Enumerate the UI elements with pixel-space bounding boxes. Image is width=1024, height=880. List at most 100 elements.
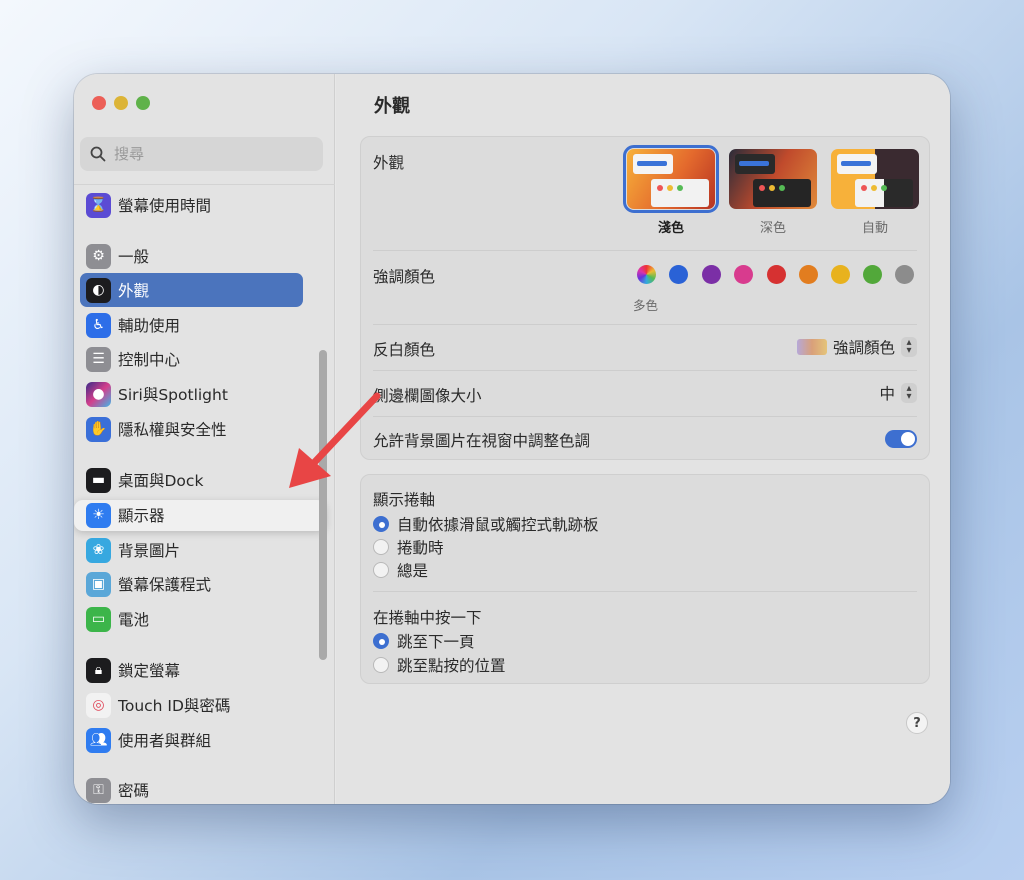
flower-icon: ❀ [86, 537, 111, 563]
sidebar-item-label: 螢幕使用時間 [118, 197, 212, 215]
sidebar-item-label: 隱私權與安全性 [118, 421, 227, 439]
highlight-color-chip [796, 339, 827, 355]
appearance-auto-option[interactable]: 自動 [829, 149, 921, 236]
sidebar-divider [74, 184, 335, 185]
sidebar-item-label: Touch ID與密碼 [118, 697, 231, 715]
hourglass-icon: ⌛ [86, 192, 111, 218]
sidebar-item-label: 螢幕保護程式 [118, 576, 212, 594]
sidebar-item-label: 輔助使用 [118, 317, 181, 335]
sidebar-item-label: 電池 [118, 611, 150, 629]
dark-thumbnail [729, 149, 817, 209]
radio-label: 跳至下一頁 [397, 633, 475, 651]
section-divider [373, 591, 917, 592]
sidebar-item-accessibility[interactable]: ♿ 輔助使用 [80, 308, 303, 342]
accent-graphite-swatch[interactable] [895, 265, 914, 284]
lock-icon: 🔒︎ [86, 657, 111, 683]
sidebar-item-touch-id[interactable]: ◎ Touch ID與密碼 [80, 688, 303, 722]
radio-selected [373, 516, 389, 532]
light-thumbnail [623, 145, 719, 213]
radio-unselected [373, 657, 389, 673]
click-scrollbar-section-title: 在捲軸中按一下 [373, 609, 482, 627]
scrollbar-auto-radio[interactable]: 自動依據滑鼠或觸控式軌跡板 [373, 513, 599, 535]
sidebar-item-label: 鎖定螢幕 [118, 662, 181, 680]
sidebar-item-label: 一般 [118, 248, 150, 266]
scrollbar-always-radio[interactable]: 總是 [373, 559, 428, 581]
annotation-arrow-icon [289, 392, 381, 488]
tinting-toggle[interactable] [885, 430, 917, 448]
sidebar-item-label: Siri與Spotlight [118, 386, 228, 404]
sidebar-item-appearance[interactable]: ◐ 外觀 [80, 273, 303, 307]
accent-red-swatch[interactable] [767, 265, 786, 284]
accent-purple-swatch[interactable] [702, 265, 721, 284]
sidebar-item-wallpaper[interactable]: ❀ 背景圖片 [80, 533, 303, 567]
sidebar-item-label: 使用者與群組 [118, 732, 212, 750]
chevron-updown-icon: ▴ ▾ [901, 337, 917, 357]
radio-label: 總是 [397, 562, 429, 580]
traffic-lights [92, 96, 150, 110]
sidebar-item-privacy-security[interactable]: ✋ 隱私權與安全性 [80, 412, 303, 446]
appearance-dark-option[interactable]: 深色 [727, 149, 819, 236]
accent-caption: 多色 [633, 298, 659, 313]
accent-orange-swatch[interactable] [799, 265, 818, 284]
icon-size-popup[interactable]: 中 ▴ ▾ [879, 382, 917, 404]
jump-next-page-radio[interactable]: 跳至下一頁 [373, 630, 475, 652]
accent-pink-swatch[interactable] [734, 265, 753, 284]
appearance-caption: 淺色 [657, 221, 684, 236]
accent-green-swatch[interactable] [863, 265, 882, 284]
accent-blue-swatch[interactable] [669, 265, 688, 284]
radio-selected [373, 633, 389, 649]
sidebar-item-passwords[interactable]: ⚿ 密碼 [80, 773, 303, 804]
tinting-row: 允許背景圖片在視窗中調整色調 [373, 417, 917, 461]
scrollbar-card: 顯示捲軸 自動依據滑鼠或觸控式軌跡板 捲動時 總是 在捲軸中按一下 跳至下一頁 [360, 474, 930, 684]
highlight-popup[interactable]: 強調顏色 ▴ ▾ [796, 336, 917, 358]
scrollbar-scrolling-radio[interactable]: 捲動時 [373, 536, 444, 558]
sidebar-item-screen-time[interactable]: ⌛ 螢幕使用時間 [80, 188, 303, 222]
accent-yellow-swatch[interactable] [831, 265, 850, 284]
chevron-updown-icon: ▴ ▾ [901, 383, 917, 403]
users-icon: 👥︎ [86, 727, 111, 753]
sidebar-item-label: 控制中心 [118, 351, 181, 369]
radio-unselected [373, 562, 389, 578]
auto-thumbnail [831, 149, 919, 209]
appearance-card: 外觀 淺色 深色 自動 強調顏色 多色 反白顏色 強調顏色 ▴ ▾ 側邊欄圖像大… [360, 136, 930, 460]
sidebar-item-displays[interactable]: ☀ 顯示器 [80, 498, 303, 532]
icon-size-value: 中 [879, 385, 895, 403]
sidebar-item-control-center[interactable]: ☰ 控制中心 [80, 342, 303, 376]
highlight-label: 反白顏色 [373, 341, 436, 359]
search-field[interactable] [80, 137, 323, 171]
sidebar-item-label: 桌面與Dock [118, 472, 204, 490]
sidebar-item-battery[interactable]: ▭ 電池 [80, 602, 303, 636]
hand-icon: ✋ [86, 416, 111, 442]
key-icon: ⚿ [86, 777, 111, 803]
sidebar-item-screen-saver[interactable]: ▣ 螢幕保護程式 [80, 567, 303, 601]
dock-icon: ▬ [86, 467, 111, 493]
help-button[interactable]: ? [906, 712, 928, 734]
search-icon [90, 146, 106, 162]
sidebar-item-lock-screen[interactable]: 🔒︎ 鎖定螢幕 [80, 653, 303, 687]
appearance-icon: ◐ [86, 277, 111, 303]
icon-size-label: 側邊欄圖像大小 [373, 387, 482, 405]
screensaver-icon: ▣ [86, 571, 111, 597]
sidebar-item-users-groups[interactable]: 👥︎ 使用者與群組 [80, 723, 303, 757]
sidebar-item-label: 背景圖片 [118, 542, 181, 560]
sidebar-item-label: 密碼 [118, 782, 150, 800]
fingerprint-icon: ◎ [86, 692, 111, 718]
sidebar-item-general[interactable]: ⚙ 一般 [80, 239, 303, 273]
appearance-row: 外觀 淺色 深色 自動 [373, 137, 919, 251]
zoom-button[interactable] [136, 96, 150, 110]
close-button[interactable] [92, 96, 106, 110]
radio-label: 自動依據滑鼠或觸控式軌跡板 [397, 516, 599, 534]
appearance-label: 外觀 [373, 154, 405, 172]
appearance-light-option[interactable]: 淺色 [623, 145, 719, 236]
jump-clicked-spot-radio[interactable]: 跳至點按的位置 [373, 654, 506, 676]
radio-label: 捲動時 [397, 539, 444, 557]
main-pane: 外觀 外觀 淺色 深色 自動 強調顏色 多色 反白顏色 強調顏色 ▴ ▾ 側邊欄… [336, 74, 950, 804]
sidebar-item-desktop-dock[interactable]: ▬ 桌面與Dock [80, 463, 303, 497]
accent-multicolor-swatch[interactable] [637, 265, 656, 284]
settings-window: ⌛ 螢幕使用時間 ⚙ 一般 ◐ 外觀 ♿ 輔助使用 ☰ 控制中心 ● Siri與… [74, 74, 950, 804]
search-input[interactable] [114, 145, 304, 163]
sidebar-item-siri-spotlight[interactable]: ● Siri與Spotlight [80, 377, 303, 411]
minimize-button[interactable] [114, 96, 128, 110]
sidebar-item-label: 顯示器 [118, 507, 165, 525]
appearance-caption: 自動 [861, 221, 888, 236]
